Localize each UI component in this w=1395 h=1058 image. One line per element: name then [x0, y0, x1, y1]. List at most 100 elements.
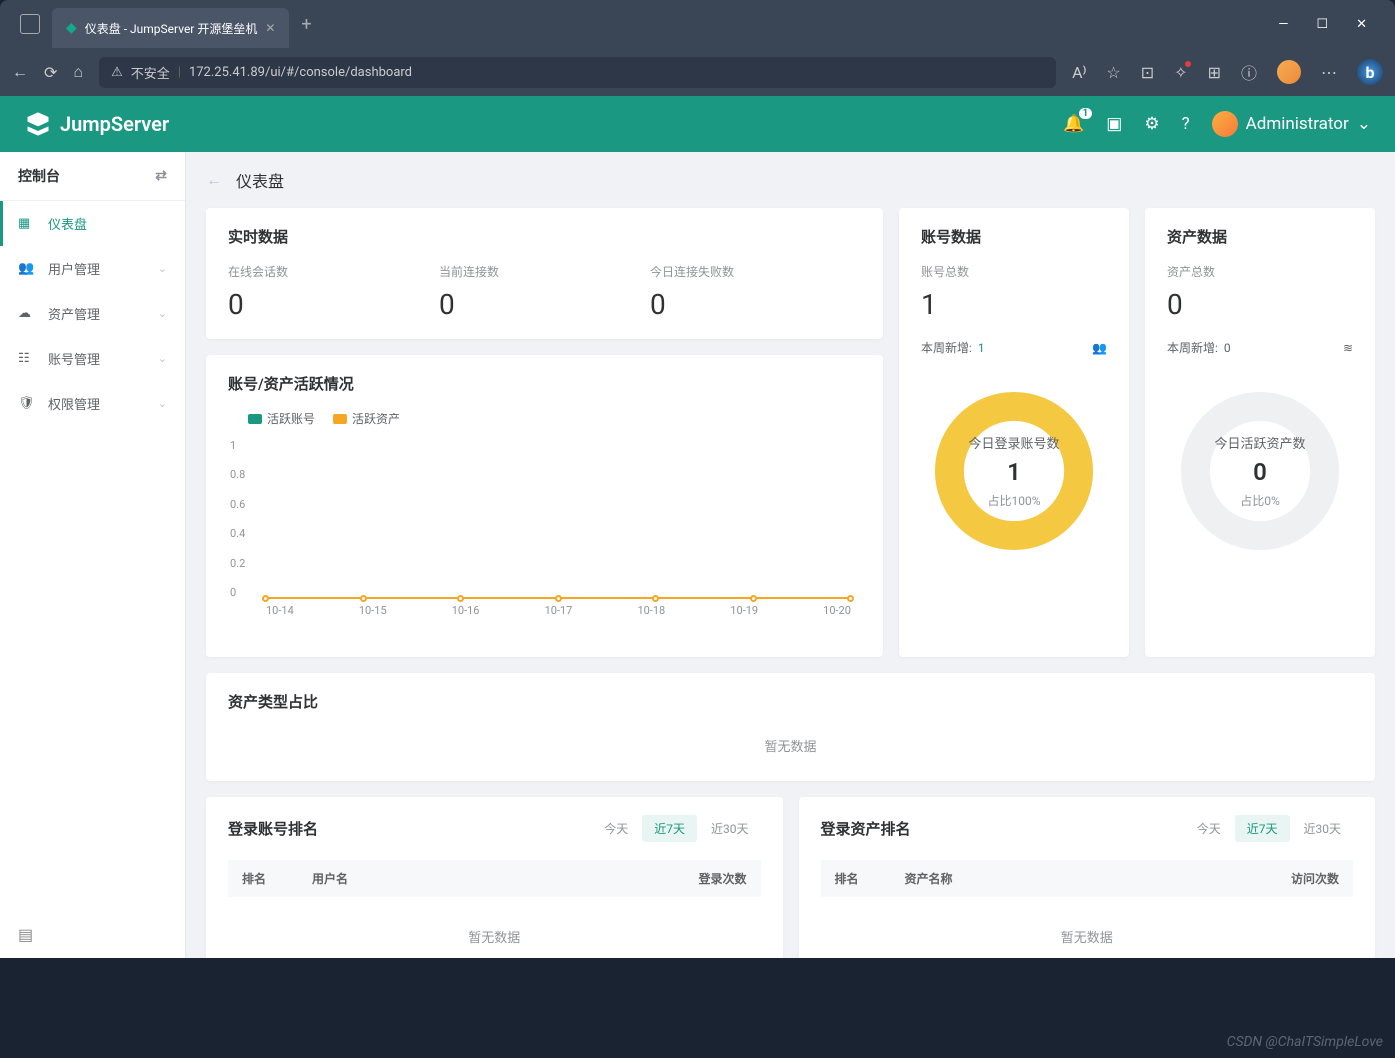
stat-value: 0: [1167, 288, 1353, 321]
col-rank: 排名: [242, 870, 312, 887]
legend-swatch: [248, 414, 262, 424]
browser-action-icons: A⁾ ☆ ⊡ ✧ ⊞ ⓘ ⋯ b: [1072, 59, 1383, 85]
donut-label: 今日活跃资产数: [1214, 433, 1305, 452]
new-label: 本周新增:: [921, 341, 972, 355]
asset-rank-card: 登录资产排名 今天 近7天 近30天 排名 资产名称 访问次数 暂无数据: [799, 797, 1376, 958]
user-name: Administrator: [1246, 114, 1349, 134]
no-data-text: 暂无数据: [821, 897, 1354, 958]
tab-close-icon[interactable]: ✕: [265, 21, 275, 35]
time-range-tabs: 今天 近7天 近30天: [592, 815, 760, 842]
read-aloud-icon[interactable]: A⁾: [1072, 63, 1086, 82]
insecure-icon: ⚠: [111, 65, 123, 80]
accounts-card: 账号数据 账号总数 1 本周新增:1 👥 今日登录账号数 1: [899, 208, 1129, 657]
refresh-button[interactable]: ⟳: [44, 63, 57, 82]
stat-value: 0: [439, 288, 650, 321]
performance-icon[interactable]: ⓘ: [1241, 60, 1257, 84]
sidebar-item-label: 仪表盘: [48, 214, 87, 233]
addon-icon[interactable]: ⊞: [1208, 63, 1221, 82]
tab-30days[interactable]: 近30天: [699, 815, 761, 842]
profile-avatar[interactable]: [1277, 60, 1301, 84]
tab-7days[interactable]: 近7天: [1235, 815, 1290, 842]
tab-title: 仪表盘 - JumpServer 开源堡垒机: [85, 20, 258, 37]
assets-donut-chart: 今日活跃资产数 0 占比0%: [1175, 386, 1345, 556]
activity-chart-card: 账号/资产活跃情况 活跃账号 活跃资产 00.20.40.60.81 10-14…: [206, 355, 883, 657]
minimize-button[interactable]: —: [1278, 17, 1288, 32]
chevron-down-icon: ⌄: [158, 262, 167, 275]
card-title: 登录资产排名: [821, 818, 911, 839]
home-button[interactable]: ⌂: [73, 62, 83, 82]
users-icon: 👥: [1092, 341, 1107, 355]
stat-failures: 今日连接失败数 0: [650, 263, 861, 321]
realtime-card: 实时数据 在线会话数 0 当前连接数 0 今日连接失败数 0: [206, 208, 883, 339]
browser-tab[interactable]: ◆ 仪表盘 - JumpServer 开源堡垒机 ✕: [52, 8, 289, 48]
close-button[interactable]: ✕: [1356, 17, 1367, 32]
tab-today[interactable]: 今天: [592, 815, 640, 842]
stat-label: 在线会话数: [228, 263, 439, 280]
user-menu[interactable]: Administrator ⌄: [1212, 111, 1371, 137]
sidebar-title-text: 控制台: [18, 166, 60, 186]
tab-today[interactable]: 今天: [1185, 815, 1233, 842]
col-rank: 排名: [835, 870, 905, 887]
chevron-down-icon: ⌄: [158, 352, 167, 365]
new-value: 1: [978, 341, 985, 355]
no-data-text: 暂无数据: [228, 728, 1353, 763]
stat-label: 当前连接数: [439, 263, 650, 280]
col-name: 用户名: [312, 870, 667, 887]
notification-icon[interactable]: 🔔: [1063, 114, 1084, 134]
legend-item[interactable]: 活跃账号: [248, 410, 315, 427]
extensions-icon[interactable]: ✧: [1174, 63, 1187, 82]
chevron-down-icon: ⌄: [1357, 114, 1371, 134]
accounts-icon: ☷: [18, 351, 34, 366]
sidebar-item-label: 权限管理: [48, 394, 100, 413]
sidebar: 控制台 ⇄ ▦ 仪表盘 👥 用户管理 ⌄ ☁ 资产管理 ⌄ ☷ 账号管理 ⌄: [0, 152, 186, 958]
back-icon[interactable]: ←: [206, 170, 222, 190]
settings-icon[interactable]: ⚙: [1144, 114, 1159, 134]
inbox-icon[interactable]: ▣: [1106, 114, 1122, 134]
users-icon: 👥: [18, 261, 34, 276]
stat-label: 资产总数: [1167, 263, 1353, 280]
col-name: 资产名称: [905, 870, 1260, 887]
sidebar-item-accounts[interactable]: ☷ 账号管理 ⌄: [0, 336, 185, 381]
card-title: 资产数据: [1167, 226, 1353, 247]
tabs-icon[interactable]: [20, 14, 40, 34]
sidebar-item-users[interactable]: 👥 用户管理 ⌄: [0, 246, 185, 291]
no-data-text: 暂无数据: [228, 897, 761, 958]
tab-30days[interactable]: 近30天: [1292, 815, 1354, 842]
line-chart: 00.20.40.60.81 10-1410-1510-1610-1710-18…: [258, 439, 861, 639]
sidebar-collapse-button[interactable]: ▤: [0, 911, 185, 958]
legend-item[interactable]: 活跃资产: [333, 410, 400, 427]
sidebar-item-dashboard[interactable]: ▦ 仪表盘: [0, 201, 185, 246]
sidebar-title: 控制台 ⇄: [0, 152, 185, 201]
back-button[interactable]: ←: [12, 62, 28, 82]
more-icon[interactable]: ⋯: [1321, 63, 1337, 82]
window-controls: — ☐ ✕: [1278, 17, 1387, 32]
new-tab-button[interactable]: +: [301, 14, 311, 35]
help-icon[interactable]: ?: [1182, 114, 1190, 134]
tab-7days[interactable]: 近7天: [642, 815, 697, 842]
new-value: 0: [1224, 341, 1231, 355]
assets-icon: ☁: [18, 306, 34, 321]
stat-value: 0: [650, 288, 861, 321]
bing-icon[interactable]: b: [1357, 59, 1383, 85]
collections-icon[interactable]: ⊡: [1141, 63, 1154, 82]
stat-value: 1: [921, 288, 1107, 321]
favorite-icon[interactable]: ☆: [1106, 63, 1120, 82]
legend-swatch: [333, 414, 347, 424]
donut-value: 0: [1253, 458, 1267, 486]
swap-icon[interactable]: ⇄: [155, 168, 167, 184]
url-text: 172.25.41.89/ui/#/console/dashboard: [189, 65, 412, 80]
assets-card: 资产数据 资产总数 0 本周新增:0 ≋ 今日活跃资产数 0 占: [1145, 208, 1375, 657]
donut-label: 今日登录账号数: [968, 433, 1059, 452]
url-input[interactable]: ⚠ 不安全 | 172.25.41.89/ui/#/console/dashbo…: [99, 57, 1056, 88]
login-rank-card: 登录账号排名 今天 近7天 近30天 排名 用户名 登录次数 暂无数据: [206, 797, 783, 958]
app-logo[interactable]: JumpServer: [24, 110, 169, 138]
maximize-button[interactable]: ☐: [1316, 17, 1328, 32]
browser-tab-bar: ◆ 仪表盘 - JumpServer 开源堡垒机 ✕ + — ☐ ✕: [0, 0, 1395, 48]
stat-label: 账号总数: [921, 263, 1107, 280]
stat-value: 0: [228, 288, 439, 321]
sidebar-item-assets[interactable]: ☁ 资产管理 ⌄: [0, 291, 185, 336]
table-header: 排名 资产名称 访问次数: [821, 860, 1354, 897]
card-title: 登录账号排名: [228, 818, 318, 839]
donut-pct: 占比100%: [987, 492, 1040, 509]
sidebar-item-perms[interactable]: 🛡 权限管理 ⌄: [0, 381, 185, 426]
